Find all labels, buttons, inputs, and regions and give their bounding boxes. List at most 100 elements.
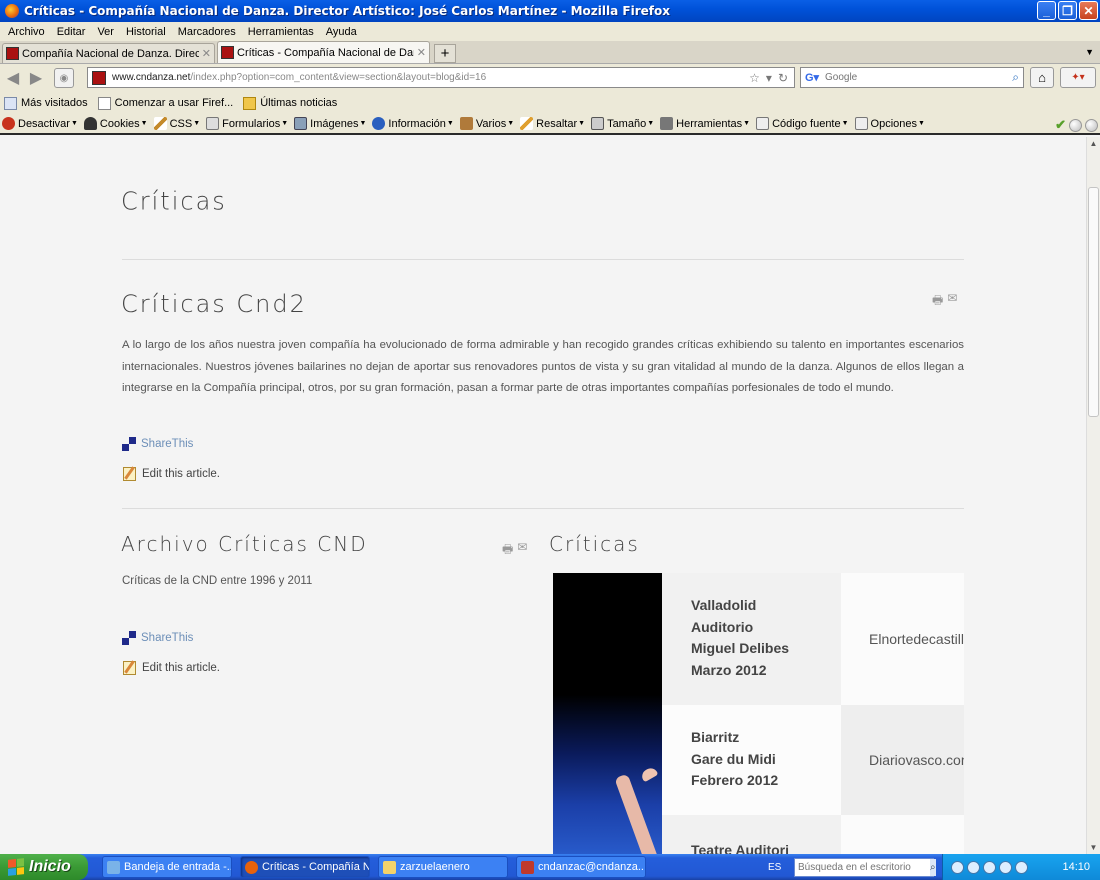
menu-historial[interactable]: Historial <box>120 26 172 38</box>
desktop-search[interactable]: ⌕ <box>794 857 936 877</box>
sharethis-link[interactable]: ShareThis <box>122 437 193 451</box>
info-icon <box>372 117 386 130</box>
print-icon[interactable]: 🖶 <box>932 291 943 312</box>
dev-cookies[interactable]: Cookies ▼ <box>83 117 148 130</box>
menu-herramientas[interactable]: Herramientas <box>242 26 320 38</box>
dev-varios[interactable]: Varios ▼ <box>459 117 514 130</box>
criticas-row[interactable]: Teatre Auditori <box>662 815 964 854</box>
tab-list-icon[interactable]: ▼ <box>1085 47 1094 57</box>
menu-marcadores[interactable]: Marcadores <box>172 26 242 38</box>
url-bar[interactable]: www.cndanza.net/index.php?option=com_con… <box>87 67 795 88</box>
archive-title[interactable]: Archivo Críticas CND <box>121 532 368 556</box>
task-thunderbird[interactable]: Bandeja de entrada -... <box>102 856 232 878</box>
dev-informacion[interactable]: Información ▼ <box>372 117 454 130</box>
tab-close-icon[interactable]: ✕ <box>417 46 426 59</box>
reload-icon[interactable]: ↻ <box>778 71 788 85</box>
edit-article-link[interactable]: Edit this article. <box>123 467 220 481</box>
menu-ver[interactable]: Ver <box>91 26 120 38</box>
bookmark-comenzar[interactable]: Comenzar a usar Firef... <box>97 96 233 110</box>
print-icon[interactable]: 🖶 <box>502 540 513 561</box>
forward-button[interactable]: ▶ <box>26 68 46 88</box>
new-tab-button[interactable]: + <box>434 44 456 63</box>
url-text[interactable]: www.cndanza.net/index.php?option=com_con… <box>112 72 749 83</box>
search-input[interactable] <box>825 72 1013 83</box>
bookmark-mas-visitados[interactable]: Más visitados <box>4 96 88 110</box>
source-icon <box>756 117 770 130</box>
resize-icon <box>591 117 605 130</box>
desktop-search-input[interactable] <box>795 861 930 873</box>
dev-codigo-fuente[interactable]: Código fuente ▼ <box>756 117 849 130</box>
dev-css[interactable]: CSS ▼ <box>153 117 200 130</box>
bookmark-ultimas-noticias[interactable]: Últimas noticias <box>243 96 337 110</box>
edit-article-link[interactable]: Edit this article. <box>123 661 220 675</box>
minimize-button[interactable]: _ <box>1037 1 1056 20</box>
scroll-down-icon[interactable]: ▼ <box>1087 841 1100 854</box>
tray-icon[interactable] <box>983 860 996 874</box>
dev-tamano[interactable]: Tamaño ▼ <box>591 117 654 130</box>
dev-imagenes[interactable]: Imágenes ▼ <box>294 117 366 130</box>
language-indicator[interactable]: ES <box>768 862 788 873</box>
sharethis-link[interactable]: ShareThis <box>122 631 193 645</box>
form-icon <box>206 117 220 130</box>
back-button[interactable]: ◀ <box>3 68 23 88</box>
menu-bar: Archivo Editar Ver Historial Marcadores … <box>0 22 1100 41</box>
mail-icon <box>107 860 120 874</box>
dev-resaltar[interactable]: Resaltar ▼ <box>520 117 585 130</box>
tab-close-icon[interactable]: ✕ <box>202 47 211 60</box>
tray-icon[interactable] <box>999 860 1012 874</box>
email-icon[interactable]: ✉ <box>517 540 527 561</box>
bookmark-star-icon[interactable]: ☆ <box>749 71 760 85</box>
status-light-icon <box>1085 118 1098 132</box>
article-body: A lo largo de los años nuestra joven com… <box>122 339 964 394</box>
divider <box>122 259 964 260</box>
task-folder[interactable]: zarzuelaenero <box>378 856 508 878</box>
scroll-up-icon[interactable]: ▲ <box>1087 137 1100 150</box>
article-title[interactable]: Críticas Cnd2 <box>121 290 307 318</box>
search-icon[interactable]: ⌕ <box>930 858 936 876</box>
criticas-table: Valladolid Auditorio Miguel Delibes Marz… <box>553 573 964 854</box>
dev-formularios[interactable]: Formularios ▼ <box>206 117 288 130</box>
dev-herramientas[interactable]: Herramientas ▼ <box>660 117 750 130</box>
tray-icon[interactable] <box>951 860 964 874</box>
rss-folder-icon <box>243 96 257 110</box>
options-icon <box>854 117 868 130</box>
criticas-row[interactable]: Biarritz Gare du Midi Febrero 2012 Diari… <box>662 705 964 815</box>
history-dropdown-icon[interactable]: ▾ <box>766 71 772 85</box>
menu-ayuda[interactable]: Ayuda <box>320 26 363 38</box>
clock[interactable]: 14:10 <box>1062 861 1090 873</box>
tab-criticas[interactable]: Críticas - Compañía Nacional de Danza. D… <box>217 41 430 63</box>
review-source-link[interactable]: Diariovasco.com <box>841 705 964 815</box>
site-identity-icon[interactable] <box>92 70 106 85</box>
venue-date: Biarritz Gare du Midi Febrero 2012 <box>662 705 841 815</box>
tab-title: Críticas - Compañía Nacional de Danza. D… <box>237 46 414 59</box>
dev-opciones[interactable]: Opciones ▼ <box>854 117 925 130</box>
task-firefox[interactable]: Críticas - Compañía N... <box>240 856 370 878</box>
close-button[interactable]: ✕ <box>1079 1 1098 20</box>
search-bar[interactable]: G▾ ⌕ <box>800 67 1024 88</box>
tray-icon[interactable] <box>1015 860 1028 874</box>
google-engine-icon[interactable]: G▾ <box>805 71 821 85</box>
home-button[interactable]: ⌂ <box>1030 67 1054 88</box>
task-filezilla[interactable]: cndanzac@cndanza.... <box>516 856 646 878</box>
tools-icon <box>660 117 674 130</box>
feed-button[interactable]: ◉ <box>54 68 74 88</box>
checkmark-icon[interactable]: ✔ <box>1055 117 1066 133</box>
search-icon[interactable]: ⌕ <box>1012 70 1023 85</box>
menu-archivo[interactable]: Archivo <box>2 26 51 38</box>
firefox-icon <box>5 4 19 18</box>
review-source-link[interactable] <box>841 815 964 854</box>
scroll-thumb[interactable] <box>1088 187 1099 417</box>
tray-icon[interactable] <box>967 860 980 874</box>
site-favicon-icon <box>221 46 234 59</box>
dev-desactivar[interactable]: Desactivar ▼ <box>2 117 78 130</box>
review-source-link[interactable]: Elnortedecastilla <box>841 573 964 705</box>
page-scrollbar[interactable]: ▲ ▼ <box>1086 137 1100 854</box>
window-title: Críticas - Compañía Nacional de Danza. D… <box>24 4 670 18</box>
tab-home[interactable]: Compañía Nacional de Danza. Director Ar.… <box>2 43 215 63</box>
criticas-row[interactable]: Valladolid Auditorio Miguel Delibes Marz… <box>662 573 964 705</box>
menu-editar[interactable]: Editar <box>51 26 92 38</box>
email-icon[interactable]: ✉ <box>947 291 957 312</box>
start-button[interactable]: Inicio <box>0 854 88 880</box>
maximize-button[interactable]: ❐ <box>1058 1 1077 20</box>
addon-button[interactable]: ✦▾ <box>1060 67 1096 88</box>
